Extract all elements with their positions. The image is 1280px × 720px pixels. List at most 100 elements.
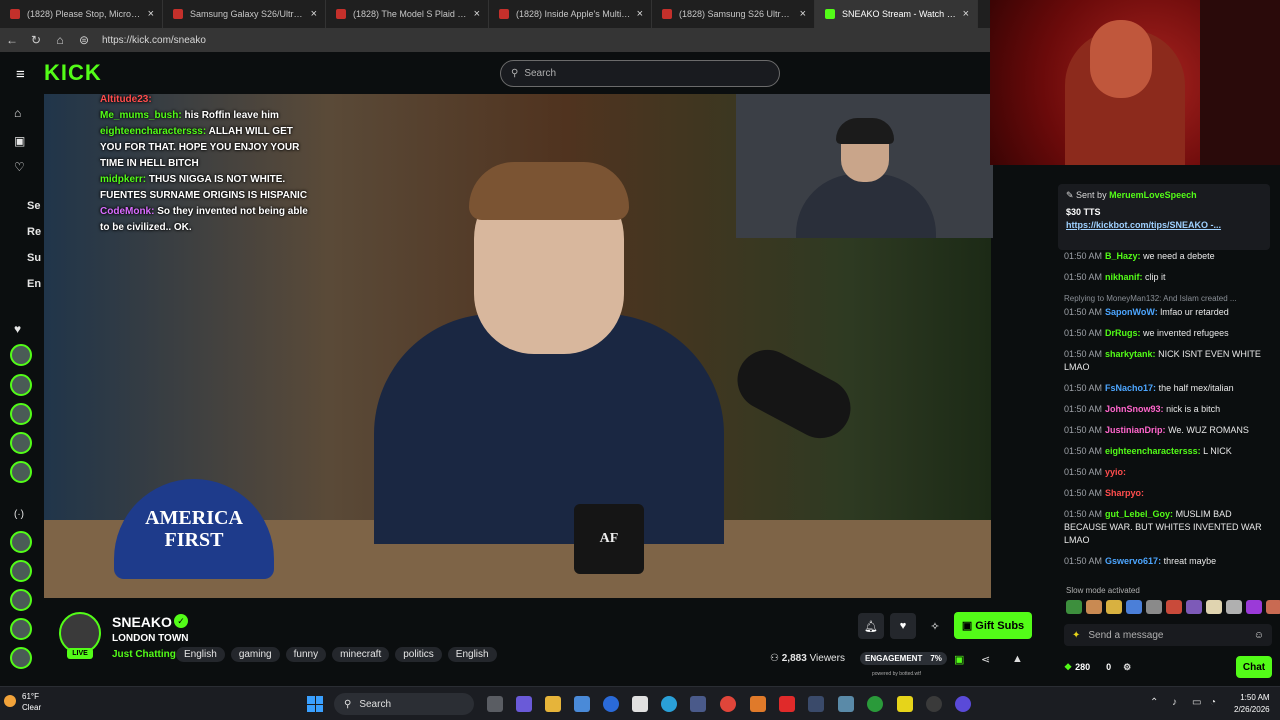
sparkle-icon[interactable]: ✦	[1072, 630, 1080, 641]
recommended-channel-avatar[interactable]	[10, 647, 32, 669]
xbox-icon[interactable]	[867, 696, 883, 712]
chat-username[interactable]: sharkytank:	[1105, 349, 1156, 359]
vlc-icon[interactable]	[750, 696, 766, 712]
tab-close-icon[interactable]: ×	[800, 8, 806, 20]
notification-bell-button[interactable]: 🔔︎	[858, 613, 884, 639]
stream-tag[interactable]: gaming	[230, 647, 280, 662]
recommended-channel-avatar[interactable]	[10, 618, 32, 640]
reload-icon[interactable]: ↻	[24, 33, 48, 47]
app-icon[interactable]	[955, 696, 971, 712]
tray-overflow-icon[interactable]: ⌃	[1150, 697, 1158, 708]
browser-tab[interactable]: (1828) Inside Apple's Multibillion ×	[489, 0, 652, 28]
followed-channel-avatar[interactable]	[10, 403, 32, 425]
youtube-icon[interactable]	[779, 696, 795, 712]
recommended-icon[interactable]: (·)	[14, 509, 24, 520]
chat-send-button[interactable]: Chat	[1236, 656, 1272, 678]
chat-username[interactable]: eighteencharactersss:	[1105, 446, 1201, 456]
tip-link[interactable]: https://kickbot.com/tips/SNEAKO -...	[1066, 220, 1262, 230]
tab-close-icon[interactable]: ×	[637, 8, 643, 20]
chat-username[interactable]: FsNacho17:	[1105, 383, 1156, 393]
emote-icon[interactable]	[1266, 600, 1280, 614]
heart-icon[interactable]: ♥	[14, 322, 21, 336]
chat-username[interactable]: JustinianDrip:	[1105, 425, 1166, 435]
emote-icon[interactable]	[1226, 600, 1242, 614]
chat-input[interactable]: ✦ Send a message ☺	[1064, 624, 1272, 646]
gift-subs-button[interactable]: ▣ Gift Subs	[954, 612, 1032, 639]
theater-icon[interactable]: ▣	[954, 653, 964, 666]
home-icon[interactable]: ⌂	[48, 33, 72, 47]
file-explorer-icon[interactable]	[545, 696, 561, 712]
tab-close-icon[interactable]: ×	[148, 8, 154, 20]
home-nav-icon[interactable]: ⌂	[14, 106, 21, 120]
notes-icon[interactable]	[897, 696, 913, 712]
emoji-icon[interactable]: ☺	[1254, 630, 1264, 641]
store-icon[interactable]	[574, 696, 590, 712]
stream-tag[interactable]: funny	[285, 647, 327, 662]
obs-icon[interactable]	[926, 696, 942, 712]
browser-tab[interactable]: SNEAKO Stream - Watch Live ×	[815, 0, 978, 28]
pinned-tip-message[interactable]: ✎ Sent by MeruemLoveSpeech $30 TTS https…	[1058, 184, 1270, 250]
stream-tag[interactable]: minecraft	[332, 647, 390, 662]
chat-username[interactable]: JohnSnow93:	[1105, 404, 1164, 414]
emote-icon[interactable]	[1246, 600, 1262, 614]
menu-icon[interactable]: ≡	[16, 66, 25, 83]
recommended-channel-avatar[interactable]	[10, 560, 32, 582]
back-icon[interactable]: ←	[0, 33, 24, 47]
stream-category[interactable]: Just Chatting	[112, 649, 176, 660]
recommended-channel-avatar[interactable]	[10, 589, 32, 611]
followed-channel-avatar[interactable]	[10, 374, 32, 396]
chat-username[interactable]: B_Hazy:	[1105, 251, 1141, 261]
task-view-icon[interactable]	[487, 696, 503, 712]
sidebar-item-2[interactable]: Su	[27, 252, 41, 264]
chat-username[interactable]: Sharpyo:	[1105, 488, 1144, 498]
share-icon[interactable]: ⋖	[981, 653, 990, 666]
search-input[interactable]: ⚲ Search	[500, 60, 780, 87]
report-icon[interactable]: ▲	[1012, 653, 1023, 665]
chat-username[interactable]: yyio:	[1105, 467, 1126, 477]
amazon-icon[interactable]	[632, 696, 648, 712]
chat-username[interactable]: SaponWoW:	[1105, 307, 1158, 317]
browser-tab[interactable]: (1828) Samsung S26 Ultra Hands ×	[652, 0, 815, 28]
emote-icon[interactable]	[1126, 600, 1142, 614]
channel-points[interactable]: 280	[1075, 662, 1090, 672]
browser-tab[interactable]: (1828) The Model S Plaid Walked ×	[326, 0, 489, 28]
stream-tag[interactable]: politics	[395, 647, 442, 662]
steam-icon[interactable]	[808, 696, 824, 712]
system-clock[interactable]: 1:50 AM 2/26/2026	[1234, 692, 1270, 716]
recommended-channel-avatar[interactable]	[10, 531, 32, 553]
url-text[interactable]: https://kick.com/sneako	[102, 35, 206, 46]
chat-username[interactable]: nikhanif:	[1105, 272, 1143, 282]
copilot-icon[interactable]	[516, 696, 532, 712]
emote-icon[interactable]	[1186, 600, 1202, 614]
start-button[interactable]	[307, 696, 323, 712]
browser-tab[interactable]: Samsung Galaxy S26/Ultra Impre ×	[163, 0, 326, 28]
followed-channel-avatar[interactable]	[10, 432, 32, 454]
emote-icon[interactable]	[1146, 600, 1162, 614]
tab-close-icon[interactable]: ×	[963, 8, 969, 20]
browser-tab[interactable]: (1828) Please Stop, Microsoft... - Y ×	[0, 0, 163, 28]
edge-icon[interactable]	[661, 696, 677, 712]
pinned-sender-name[interactable]: MeruemLoveSpeech	[1109, 190, 1197, 200]
emote-icon[interactable]	[1206, 600, 1222, 614]
mic-icon[interactable]: ♪	[1172, 697, 1177, 708]
emote-icon[interactable]	[1066, 600, 1082, 614]
facebook-icon[interactable]	[603, 696, 619, 712]
kick-logo[interactable]: KICK	[44, 60, 102, 86]
network-icon[interactable]: ◔	[1210, 697, 1216, 708]
tab-close-icon[interactable]: ×	[474, 8, 480, 20]
following-nav-icon[interactable]: ♡	[14, 160, 25, 174]
followed-channel-avatar[interactable]	[10, 461, 32, 483]
gift-count[interactable]: 0	[1106, 662, 1111, 672]
chat-username[interactable]: Gswervo617:	[1105, 556, 1161, 566]
tab-close-icon[interactable]: ×	[311, 8, 317, 20]
stream-tag[interactable]: English	[176, 647, 225, 662]
calculator-icon[interactable]	[690, 696, 706, 712]
sidebar-item-1[interactable]: Re	[27, 226, 41, 238]
chat-username[interactable]: gut_Lebel_Goy:	[1105, 509, 1173, 519]
channel-name[interactable]: SNEAKO	[112, 614, 172, 630]
weather-widget[interactable]: 61°F Clear	[22, 691, 41, 713]
stream-tag[interactable]: English	[447, 647, 497, 662]
followed-channel-avatar[interactable]	[10, 344, 32, 366]
emote-icon[interactable]	[1106, 600, 1122, 614]
sidebar-item-3[interactable]: En	[27, 278, 41, 290]
